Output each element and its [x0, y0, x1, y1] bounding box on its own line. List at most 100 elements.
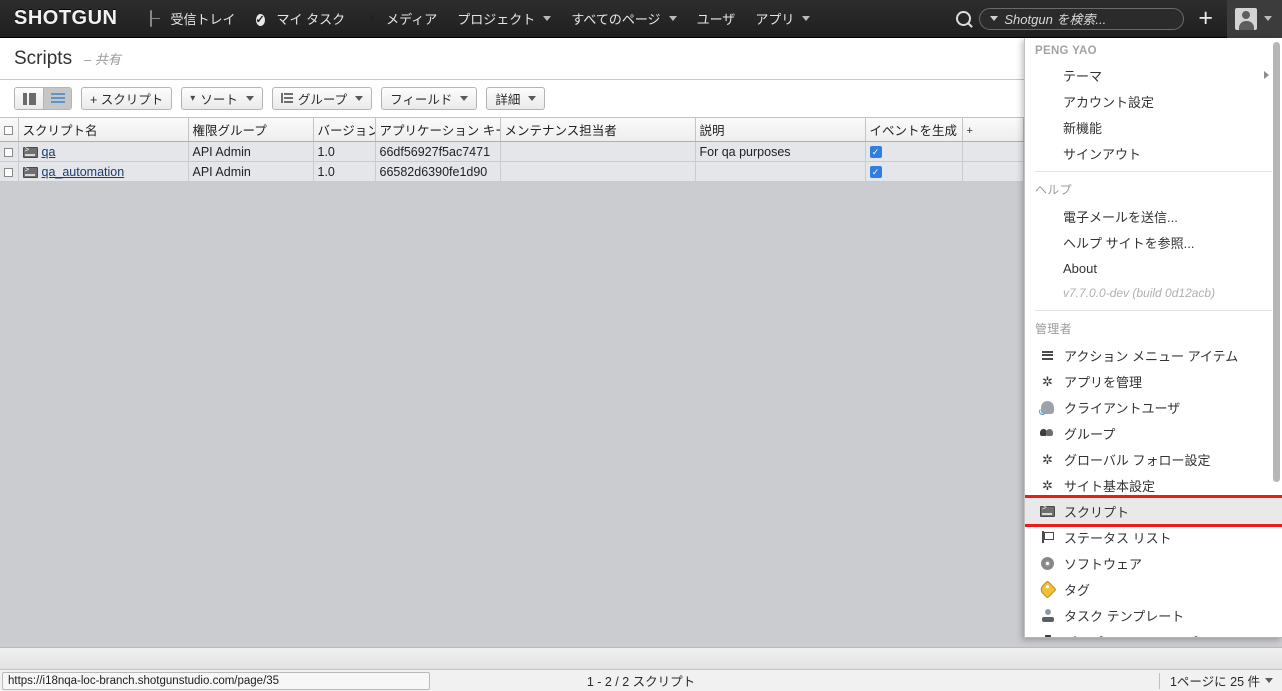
- cell-application-key[interactable]: 66582d6390fe1d90: [375, 161, 501, 182]
- menu-item-account-settings[interactable]: アカウント設定: [1025, 88, 1282, 114]
- nav-item-my-tasks-label: マイ タスク: [276, 12, 346, 27]
- chevron-down-icon: [245, 96, 254, 101]
- nav-item-media[interactable]: メディア: [355, 0, 447, 38]
- column-view-button[interactable]: [15, 88, 43, 109]
- menu-item-send-email[interactable]: 電子メールを送信...: [1025, 203, 1282, 229]
- menu-item-software[interactable]: ソフトウェア: [1025, 550, 1282, 576]
- cell-version[interactable]: 1.0: [313, 141, 376, 162]
- client-user-icon: [1039, 400, 1056, 415]
- gear-icon: ✲: [1042, 477, 1053, 493]
- search-icon[interactable]: [948, 11, 979, 26]
- menu-item-pipeline-steps-label: パイプライン ステップ: [1064, 632, 1198, 638]
- script-name-link[interactable]: qa_automation: [42, 165, 125, 179]
- user-menu-button[interactable]: [1227, 0, 1282, 38]
- menu-item-manage-apps[interactable]: ✲ アプリを管理: [1025, 368, 1282, 394]
- avatar: [1235, 7, 1257, 30]
- menu-item-whats-new[interactable]: 新機能: [1025, 114, 1282, 140]
- menu-item-about[interactable]: About: [1025, 255, 1282, 281]
- group-button[interactable]: グループ: [271, 87, 373, 110]
- new-script-button[interactable]: + スクリプト: [81, 87, 173, 110]
- page-toolbar: + スクリプト ▾ ソート グループ フィールド 詳細: [0, 80, 1024, 118]
- nav-item-my-tasks[interactable]: ✓ マイ タスク: [246, 0, 356, 38]
- column-header-application-key[interactable]: アプリケーション キー: [375, 118, 501, 142]
- column-header-description[interactable]: 説明: [695, 118, 866, 142]
- menu-item-send-email-label: 電子メールを送信...: [1063, 209, 1178, 225]
- nav-item-inbox[interactable]: 受信トレイ: [140, 0, 246, 38]
- menu-item-status-lists[interactable]: ステータス リスト: [1025, 524, 1282, 550]
- column-header-version[interactable]: バージョン: [313, 118, 376, 142]
- column-header-permission-group[interactable]: 権限グループ: [188, 118, 314, 142]
- menu-item-sign-out[interactable]: サインアウト: [1025, 140, 1282, 166]
- menu-item-action-menu-items[interactable]: アクション メニュー アイテム: [1025, 342, 1282, 368]
- search-input[interactable]: Shotgun を検索...: [979, 7, 1185, 30]
- cell-script-name[interactable]: qa: [18, 141, 189, 162]
- menu-item-theme-label: テーマ: [1063, 68, 1103, 84]
- sort-button[interactable]: ▾ ソート: [181, 87, 263, 110]
- fields-button[interactable]: フィールド: [381, 87, 478, 110]
- script-icon: [22, 146, 38, 158]
- cell-generate-events[interactable]: ✓: [865, 141, 963, 162]
- menu-item-pipeline-steps[interactable]: パイプライン ステップ: [1025, 628, 1282, 638]
- user-dropdown-menu: PENG YAO テーマ アカウント設定 新機能 サインアウト ヘルプ 電子メー…: [1024, 38, 1282, 638]
- menu-item-groups[interactable]: グループ: [1025, 420, 1282, 446]
- column-header-name[interactable]: スクリプト名: [18, 118, 189, 142]
- chevron-down-icon[interactable]: [990, 16, 999, 21]
- menu-item-tags[interactable]: タグ: [1025, 576, 1282, 602]
- check-circle-icon: ✓: [255, 13, 265, 26]
- nav-item-users[interactable]: ユーザ: [687, 0, 746, 38]
- row-checkbox-cell[interactable]: [0, 161, 19, 182]
- menu-item-client-users[interactable]: クライアントユーザ: [1025, 394, 1282, 420]
- cell-maintainer[interactable]: [500, 141, 696, 162]
- table-row[interactable]: qa_automation API Admin 1.0 66582d6390fe…: [0, 161, 1024, 182]
- menu-item-tags-label: タグ: [1064, 582, 1091, 598]
- menu-item-browse-help-site[interactable]: ヘルプ サイトを参照...: [1025, 229, 1282, 255]
- gear-icon: ✲: [1042, 451, 1053, 467]
- row-checkbox[interactable]: [4, 147, 14, 157]
- column-header-maintainer[interactable]: メンテナンス担当者: [500, 118, 696, 142]
- menu-item-status-lists-label: ステータス リスト: [1064, 530, 1172, 546]
- nav-item-projects[interactable]: プロジェクト: [447, 0, 561, 38]
- select-all-checkbox-cell[interactable]: [0, 118, 19, 142]
- menu-item-manage-apps-label: アプリを管理: [1064, 374, 1143, 390]
- menu-item-sign-out-label: サインアウト: [1063, 146, 1142, 162]
- menu-item-task-templates[interactable]: タスク テンプレート: [1025, 602, 1282, 628]
- menu-item-browse-help-site-label: ヘルプ サイトを参照...: [1063, 235, 1195, 251]
- view-mode-toggle[interactable]: [14, 87, 72, 110]
- group-label: グループ: [297, 93, 348, 107]
- menu-item-global-follow-settings[interactable]: ✲ グローバル フォロー設定: [1025, 446, 1282, 472]
- shotgun-logo[interactable]: SHOTGUN: [14, 7, 118, 30]
- cell-description[interactable]: For qa purposes: [695, 141, 866, 162]
- action-menu-item-icon: [1039, 348, 1056, 363]
- script-name-link[interactable]: qa: [42, 145, 56, 159]
- sort-arrow-icon: ▾: [190, 93, 196, 104]
- add-button[interactable]: +: [1184, 6, 1227, 31]
- menu-item-whats-new-label: 新機能: [1063, 120, 1103, 136]
- cell-permission-group[interactable]: API Admin: [188, 161, 314, 182]
- cell-version[interactable]: 1.0: [313, 161, 376, 182]
- row-checkbox[interactable]: [4, 167, 14, 177]
- menu-item-task-templates-label: タスク テンプレート: [1064, 608, 1185, 624]
- list-view-button[interactable]: [43, 88, 71, 109]
- nav-item-all-pages[interactable]: すべてのページ: [561, 0, 686, 38]
- menu-item-theme[interactable]: テーマ: [1025, 62, 1282, 88]
- column-header-generate-events[interactable]: イベントを生成: [865, 118, 963, 142]
- play-circle-icon: [365, 11, 381, 27]
- more-button[interactable]: 詳細: [486, 87, 546, 110]
- nav-item-apps[interactable]: アプリ: [745, 0, 820, 38]
- menu-scrollbar[interactable]: [1273, 42, 1280, 482]
- cell-permission-group[interactable]: API Admin: [188, 141, 314, 162]
- select-all-checkbox[interactable]: [4, 125, 14, 135]
- cell-application-key[interactable]: 66df56927f5ac7471: [375, 141, 501, 162]
- cell-description[interactable]: [695, 161, 866, 182]
- menu-item-about-label: About: [1063, 260, 1097, 276]
- generate-events-checkbox[interactable]: ✓: [869, 146, 882, 159]
- table-row[interactable]: qa API Admin 1.0 66df56927f5ac7471 For q…: [0, 141, 1024, 162]
- menu-item-scripts[interactable]: スクリプト: [1025, 495, 1282, 527]
- cell-maintainer[interactable]: [500, 161, 696, 182]
- add-column-button[interactable]: +: [962, 118, 1024, 142]
- cell-script-name[interactable]: qa_automation: [18, 161, 189, 182]
- cell-generate-events[interactable]: ✓: [865, 161, 963, 182]
- row-checkbox-cell[interactable]: [0, 141, 19, 162]
- generate-events-checkbox[interactable]: ✓: [869, 166, 882, 179]
- menu-item-site-preferences[interactable]: ✲ サイト基本設定: [1025, 472, 1282, 498]
